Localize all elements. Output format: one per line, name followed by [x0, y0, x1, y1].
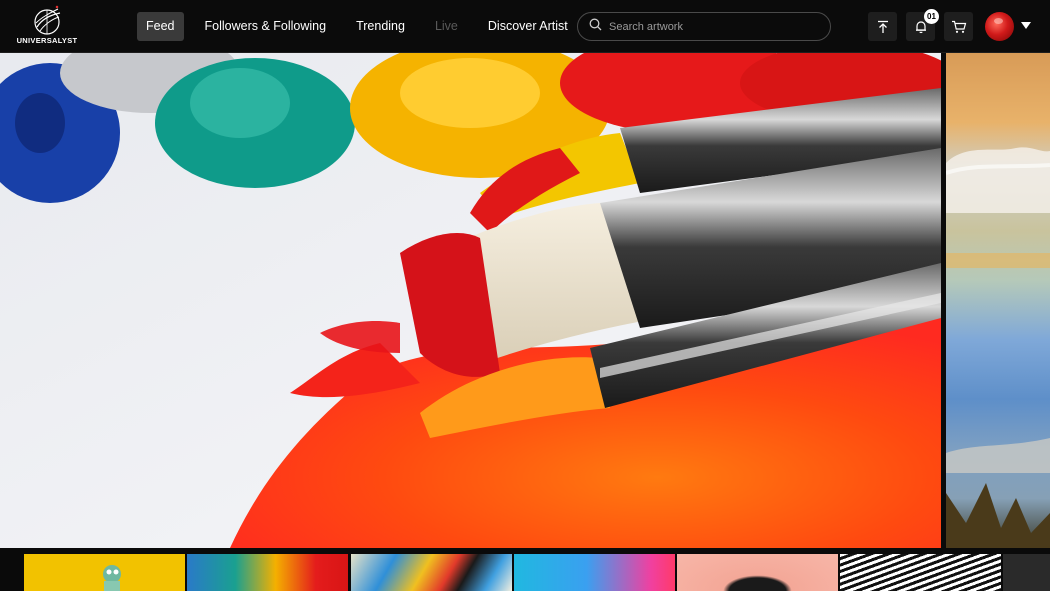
upload-icon	[877, 20, 888, 33]
next-artwork-preview[interactable]	[946, 53, 1050, 548]
search-icon	[589, 18, 602, 36]
cart-button[interactable]	[944, 12, 973, 41]
thumbnail-6[interactable]	[840, 554, 1001, 591]
landscape-painting-illustration	[946, 147, 1050, 548]
artwork-thumbnail-strip	[0, 548, 1050, 591]
brand-name: UNIVERSALYST	[16, 36, 78, 45]
nav-live[interactable]: Live	[426, 12, 467, 41]
upload-button[interactable]	[868, 12, 897, 41]
nav-followers-following[interactable]: Followers & Following	[196, 12, 336, 41]
nav-trending[interactable]: Trending	[347, 12, 414, 41]
thumbnail-2[interactable]	[187, 554, 348, 591]
cart-icon	[951, 20, 966, 33]
nav-discover-artist[interactable]: Discover Artist	[479, 12, 577, 41]
thumbnail-7[interactable]	[1003, 554, 1050, 591]
search-input[interactable]	[609, 20, 809, 33]
top-navigation-bar: UNIVERSALYST Feed Followers & Following …	[0, 0, 1050, 53]
chevron-down-icon[interactable]	[1021, 22, 1031, 29]
thumbnail-3[interactable]	[351, 554, 512, 591]
notifications-button[interactable]: 01	[906, 9, 939, 41]
brand-logo[interactable]: UNIVERSALYST	[14, 5, 80, 49]
robot-character-thumbnail	[103, 565, 121, 591]
paintbrush-artwork-illustration	[0, 53, 941, 548]
avatar[interactable]	[985, 12, 1014, 41]
featured-artwork-image[interactable]	[0, 53, 941, 548]
thumbnail-5[interactable]	[677, 554, 838, 591]
globe-logo-icon	[34, 5, 61, 35]
thumbnail-4[interactable]	[514, 554, 675, 591]
thumbnail-1[interactable]	[24, 554, 185, 591]
notification-count-badge: 01	[924, 9, 939, 24]
search-bar[interactable]	[577, 12, 831, 41]
nav-feed[interactable]: Feed	[137, 12, 184, 41]
main-nav: Feed Followers & Following Trending Live…	[137, 12, 589, 41]
